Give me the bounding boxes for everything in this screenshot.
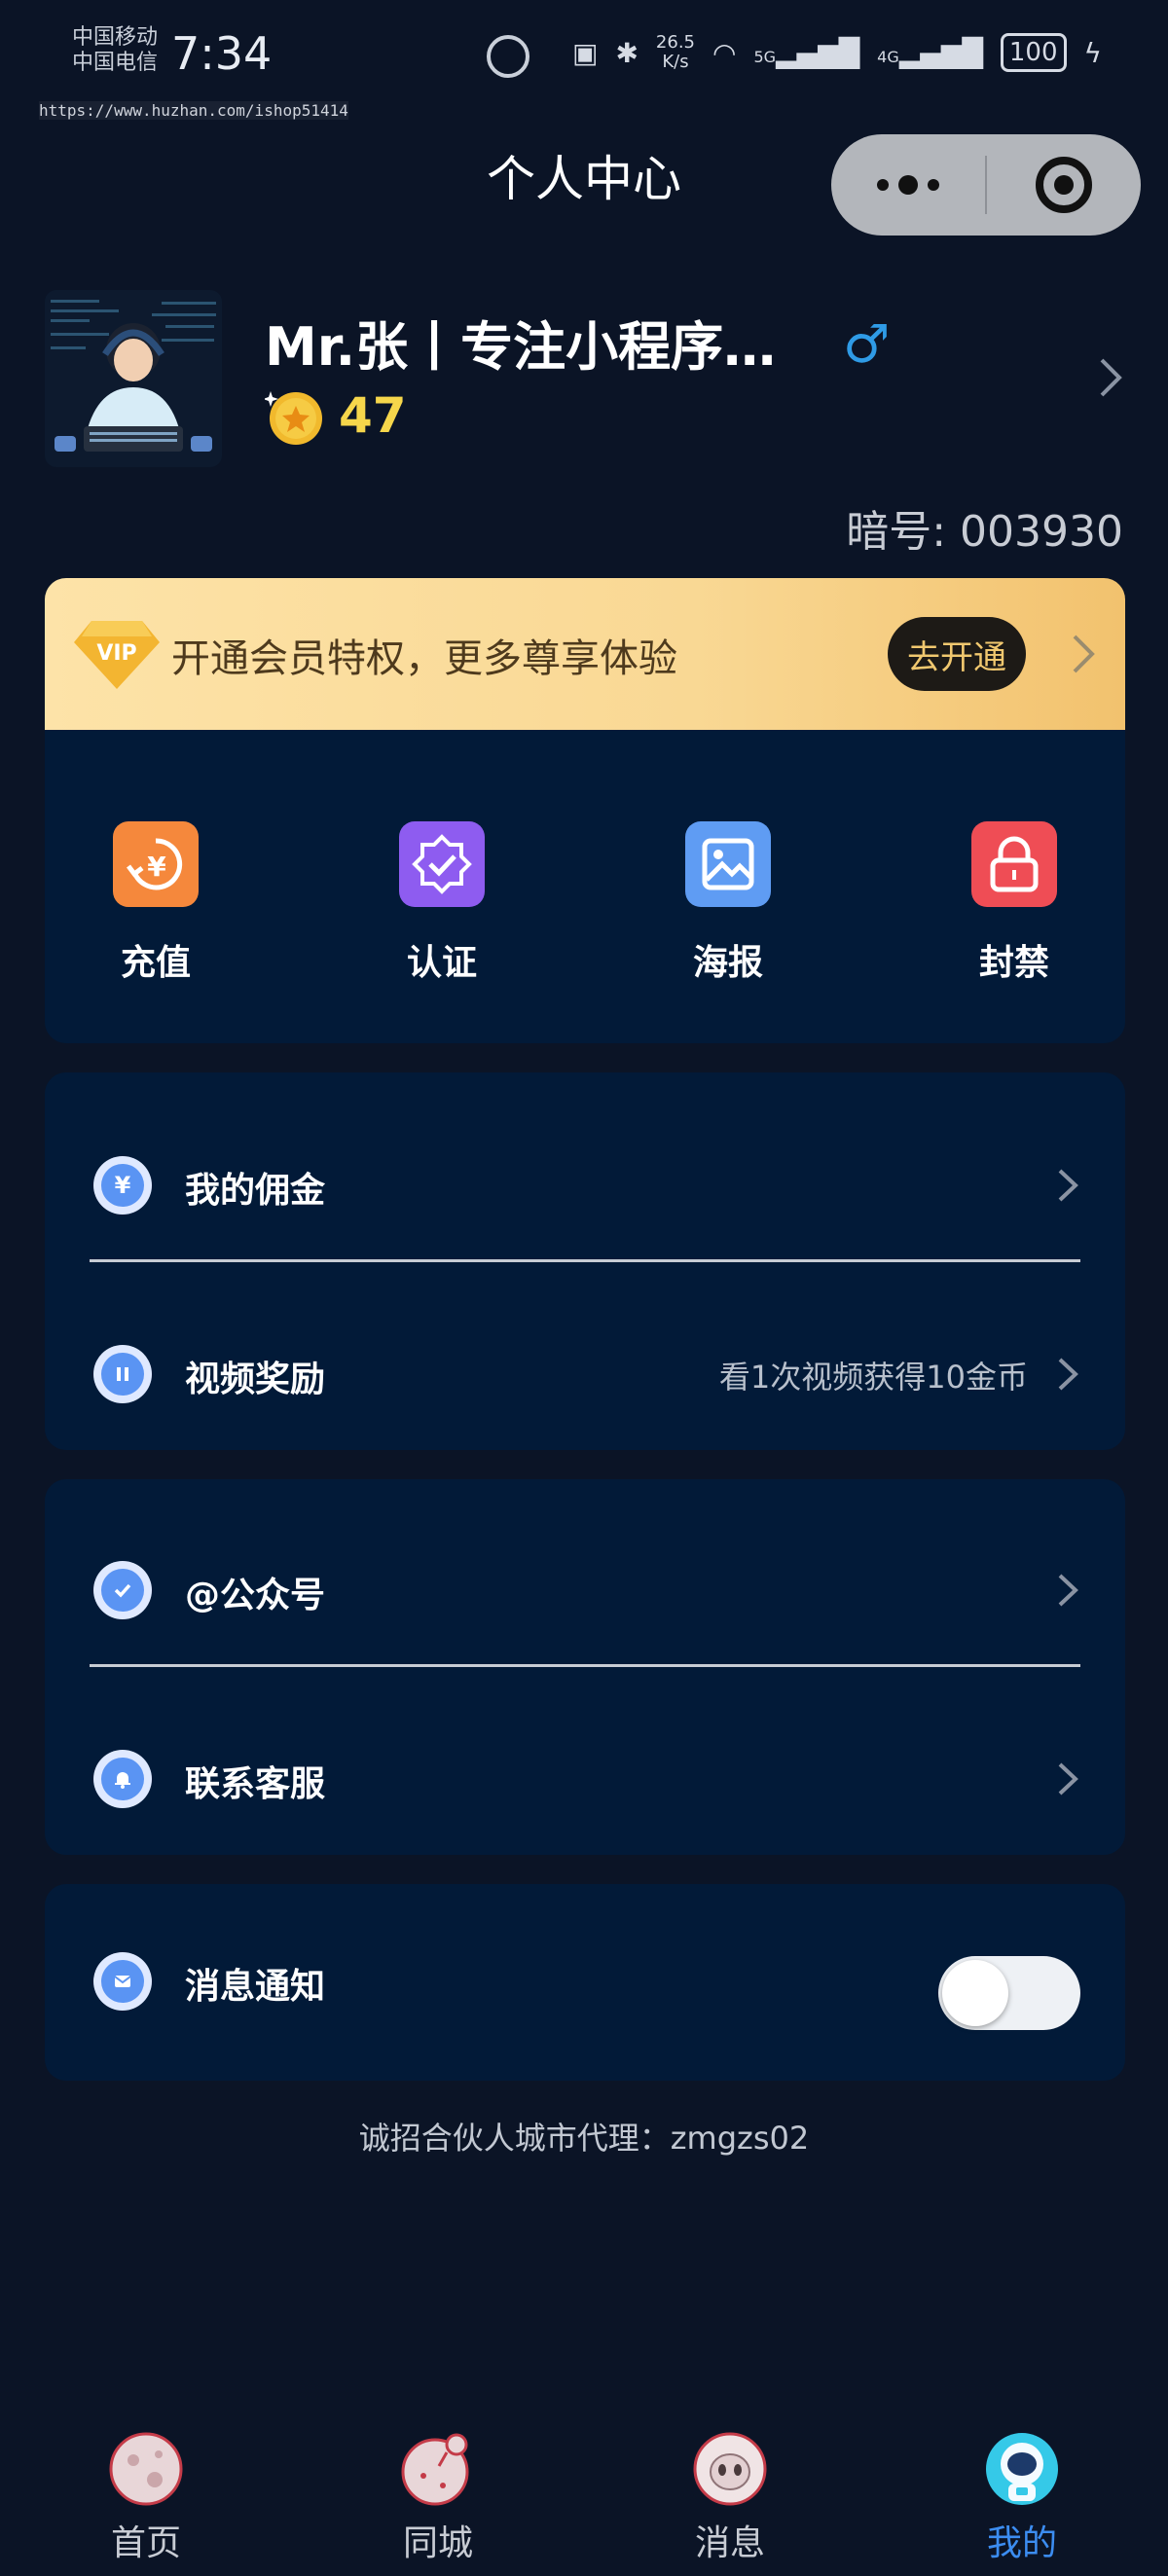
- open-vip-button[interactable]: 去开通: [888, 617, 1026, 691]
- profile-chevron-right-icon[interactable]: [1096, 356, 1125, 403]
- chevron-right-icon: [1055, 1761, 1080, 1800]
- menu-item-label: @公众号: [185, 1576, 326, 1615]
- carrier-1: 中国移动: [72, 25, 159, 50]
- tab-label: 我的: [986, 2523, 1057, 2563]
- mini-program-capsule: [831, 134, 1141, 236]
- vip-promo-text: 开通会员特权，更多尊享体验: [171, 636, 677, 681]
- target-icon: [1036, 157, 1092, 213]
- svg-text:¥: ¥: [147, 851, 166, 883]
- home-planet-icon: [108, 2431, 184, 2507]
- mine-astronaut-icon: [984, 2431, 1060, 2507]
- check-badge-icon: [93, 1561, 152, 1619]
- notifications-toggle[interactable]: [938, 1956, 1080, 2030]
- lock-icon: [971, 821, 1057, 907]
- male-gender-icon: ♂: [843, 313, 891, 375]
- coin-icon: [263, 385, 325, 446]
- carrier-2: 中国电信: [72, 51, 159, 75]
- service-card: @公众号 联系客服: [45, 1479, 1125, 1855]
- quick-action-ban[interactable]: 封禁: [936, 821, 1092, 985]
- menu-item-official-account[interactable]: @公众号: [45, 1512, 1125, 1668]
- video-reward-hint: 看1次视频获得10金币: [718, 1359, 1028, 1396]
- quick-action-label: 海报: [692, 943, 763, 983]
- wifi-icon: ◠: [712, 36, 737, 69]
- nfc-icon: ▣: [571, 36, 599, 69]
- tab-home[interactable]: 首页: [68, 2431, 224, 2565]
- vip-banner[interactable]: VIP 开通会员特权，更多尊享体验 去开通: [45, 578, 1125, 730]
- speed-unit: K/s: [662, 52, 689, 72]
- quick-action-poster[interactable]: 海报: [650, 821, 806, 985]
- menu-item-label: 消息通知: [185, 1967, 326, 2007]
- row-divider: [90, 1664, 1080, 1667]
- speed-value: 26.5: [655, 32, 695, 53]
- tab-label: 首页: [110, 2523, 181, 2563]
- vip-diamond-icon: VIP: [72, 617, 162, 695]
- quick-actions-panel: ¥ 充值 认证 海报 封禁: [45, 730, 1125, 1043]
- messages-face-icon: [692, 2431, 768, 2507]
- tab-nearby[interactable]: 同城: [360, 2431, 516, 2565]
- coin-balance: 47: [339, 387, 407, 444]
- menu-item-label: 视频奖励: [185, 1360, 326, 1399]
- more-options-button[interactable]: [831, 134, 985, 236]
- tab-mine[interactable]: 我的: [944, 2431, 1100, 2565]
- signal-4g: 4G▂▄▆█: [877, 36, 983, 69]
- menu-item-label: 我的佣金: [185, 1171, 326, 1211]
- more-dot-icon: [898, 175, 918, 195]
- chevron-right-icon: [1055, 1573, 1080, 1612]
- more-dot-icon: [928, 179, 939, 191]
- menu-item-commission[interactable]: ¥ 我的佣金: [45, 1107, 1125, 1263]
- url-watermark: https://www.huzhan.com/ishop51414: [39, 101, 348, 120]
- menu-item-customer-service[interactable]: 联系客服: [45, 1701, 1125, 1857]
- network-speed: 26.5 K/s: [656, 33, 695, 72]
- avatar[interactable]: [45, 290, 222, 467]
- status-bar: 中国移动 中国电信 7:34 ▣ ✱ 26.5 K/s ◠ 5G▂▄▆█ 4G▂…: [0, 0, 1168, 107]
- bell-icon: [93, 1750, 152, 1808]
- menu-item-notifications: 消息通知: [45, 1904, 1125, 2059]
- mail-icon: [93, 1952, 152, 2011]
- earnings-card: ¥ 我的佣金 视频奖励 看1次视频获得10金币: [45, 1072, 1125, 1450]
- signal-5g: 5G▂▄▆█: [753, 36, 860, 69]
- quick-action-verify[interactable]: 认证: [364, 821, 520, 985]
- status-time: 7:34: [171, 27, 273, 80]
- quick-action-label: 认证: [406, 943, 477, 983]
- app-activity-icon: [487, 35, 529, 78]
- verify-icon: [399, 821, 485, 907]
- row-divider: [90, 1259, 1080, 1262]
- nearby-planet-icon: [400, 2431, 476, 2507]
- tab-label: 同城: [402, 2523, 473, 2563]
- bluetooth-icon: ✱: [615, 36, 639, 69]
- carrier-names: 中国移动 中国电信: [72, 25, 158, 76]
- recruit-notice: 诚招合伙人城市代理：zmgzs02: [358, 2120, 810, 2157]
- tab-label: 消息: [694, 2523, 765, 2563]
- menu-item-video-reward[interactable]: 视频奖励 看1次视频获得10金币: [45, 1296, 1125, 1452]
- chevron-right-icon: [1055, 1168, 1080, 1207]
- close-mini-program-button[interactable]: [987, 157, 1141, 213]
- battery-indicator: 100: [1000, 33, 1067, 72]
- menu-item-label: 联系客服: [185, 1764, 326, 1804]
- quick-action-label: 充值: [120, 943, 191, 983]
- status-icons: ▣ ✱ 26.5 K/s ◠ 5G▂▄▆█ 4G▂▄▆█ 100 ϟ: [572, 33, 1102, 72]
- secret-id: 暗号: 003930: [846, 507, 1123, 557]
- notification-card: 消息通知: [45, 1884, 1125, 2081]
- chevron-right-icon: [1055, 1357, 1080, 1396]
- commission-icon: ¥: [93, 1156, 152, 1215]
- quick-action-recharge[interactable]: ¥ 充值: [78, 821, 234, 985]
- vip-chevron-right-icon: [1069, 633, 1098, 679]
- tab-messages[interactable]: 消息: [652, 2431, 808, 2565]
- signal-5g-label: 5G: [753, 47, 777, 66]
- poster-icon: [685, 821, 771, 907]
- more-dot-icon: [877, 179, 889, 191]
- recharge-icon: ¥: [113, 821, 199, 907]
- username: Mr.张丨专注小程序…: [265, 316, 777, 378]
- charging-icon: ϟ: [1083, 36, 1102, 69]
- svg-text:VIP: VIP: [96, 641, 136, 666]
- toggle-knob: [942, 1960, 1008, 2026]
- pause-icon: [93, 1345, 152, 1403]
- quick-action-label: 封禁: [978, 943, 1049, 983]
- signal-4g-label: 4G: [877, 47, 899, 66]
